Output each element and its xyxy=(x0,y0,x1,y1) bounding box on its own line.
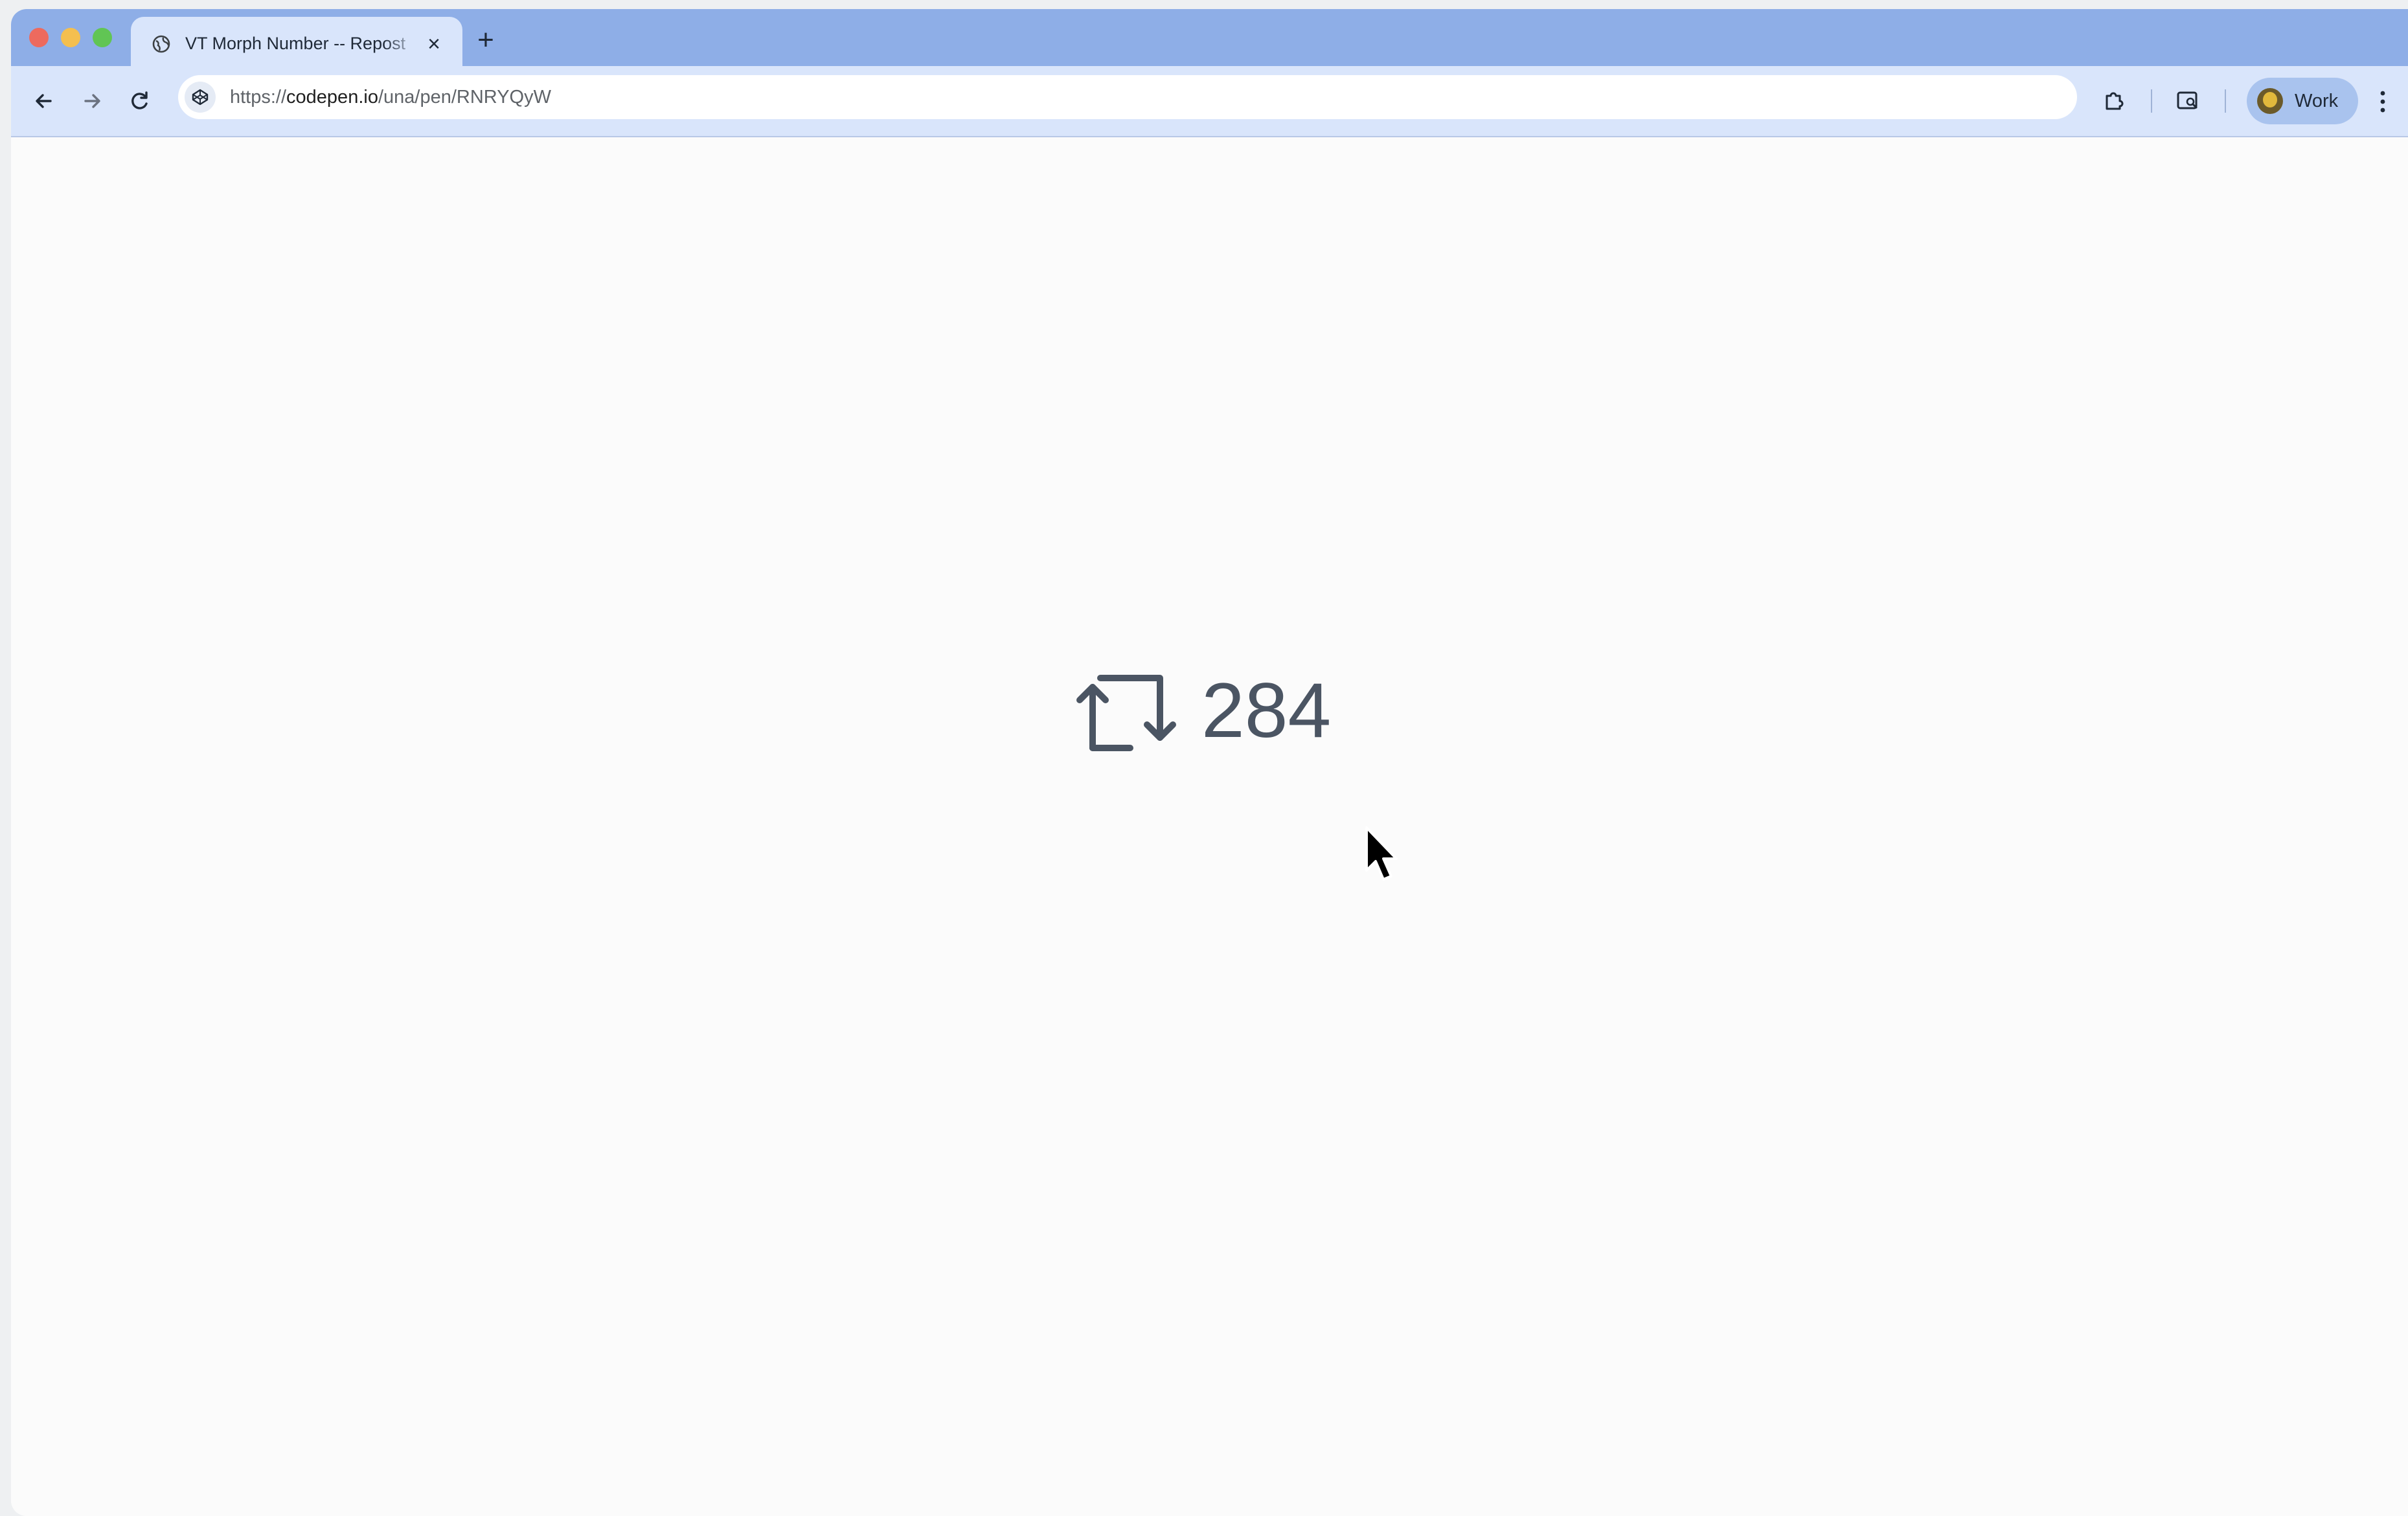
back-icon[interactable] xyxy=(29,86,59,116)
mouse-pointer-icon xyxy=(1365,826,1398,881)
new-tab-button[interactable]: + xyxy=(471,26,501,57)
repost-icon[interactable] xyxy=(1074,672,1178,754)
avatar xyxy=(2257,88,2283,114)
toolbar-separator xyxy=(2151,89,2152,113)
zoom-window-button[interactable] xyxy=(93,28,112,47)
globe-icon xyxy=(152,35,170,53)
codepen-icon xyxy=(192,89,209,106)
profile-button[interactable]: Work xyxy=(2247,78,2358,124)
tab-title-fade xyxy=(383,28,420,57)
url-text[interactable]: https://codepen.io/una/pen/RNRYQyW xyxy=(230,85,551,109)
tab-active[interactable]: VT Morph Number -- Repost × xyxy=(131,17,462,66)
tab-close-button[interactable]: × xyxy=(422,32,446,56)
extensions-icon[interactable] xyxy=(2099,85,2129,115)
profile-label: Work xyxy=(2295,91,2339,111)
url-path: /una/pen/RNRYQyW xyxy=(378,87,551,107)
reload-icon[interactable] xyxy=(125,86,155,116)
page-viewport xyxy=(11,137,2408,1516)
url-host: codepen.io xyxy=(286,87,378,107)
repost-count: 284 xyxy=(1201,667,1332,754)
site-info-button[interactable] xyxy=(185,82,216,113)
browser-toolbar: https://codepen.io/una/pen/RNRYQyW Work xyxy=(11,66,2408,137)
tab-title: VT Morph Number -- Repost xyxy=(185,34,406,53)
minimize-window-button[interactable] xyxy=(61,28,80,47)
address-bar[interactable]: https://codepen.io/una/pen/RNRYQyW xyxy=(178,75,2077,119)
title-bar: VT Morph Number -- Repost × + xyxy=(11,9,2408,66)
close-window-button[interactable] xyxy=(29,28,49,47)
more-menu-icon[interactable] xyxy=(2376,88,2389,115)
toolbar-separator xyxy=(2225,89,2226,113)
tab-search-icon[interactable] xyxy=(2173,85,2203,115)
browser-window: VT Morph Number -- Repost × + https://co… xyxy=(11,9,2408,1516)
forward-icon[interactable] xyxy=(77,86,107,116)
url-scheme: https:// xyxy=(230,87,287,107)
